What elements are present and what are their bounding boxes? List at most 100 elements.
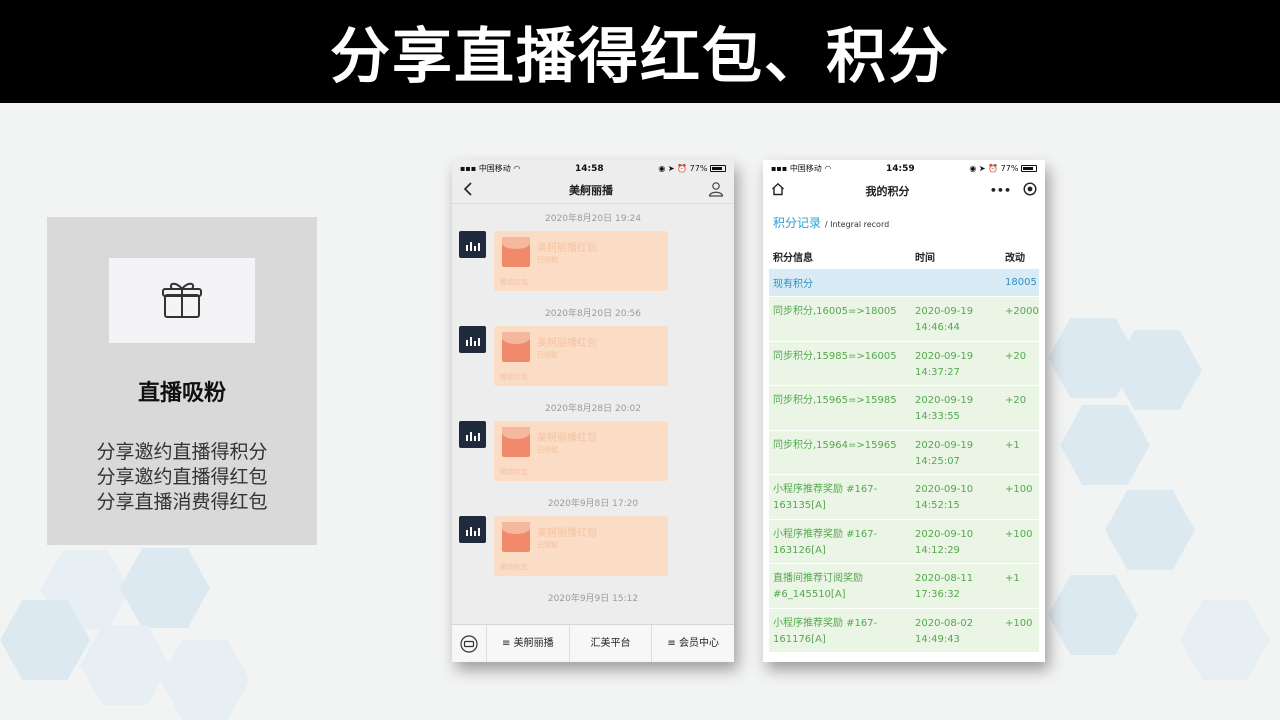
capsule-menu: •••	[990, 182, 1037, 199]
red-packet-tag: 微信红包	[500, 468, 528, 476]
red-packet-status: 已领取	[537, 446, 558, 454]
red-packet-bubble[interactable]: 美舸丽播红包 已领取 微信红包	[494, 231, 668, 291]
row-datetime: 2020-08-02 14:49:43	[915, 617, 974, 645]
page-title: 分享直播得红包、积分	[330, 22, 950, 92]
user-icon[interactable]	[708, 181, 724, 200]
red-packet-bubble[interactable]: 美舸丽播红包 已领取 微信红包	[494, 421, 668, 481]
row-datetime: 2020-09-19 14:46:44	[915, 306, 974, 333]
message-timestamp: 2020年8月20日 20:56	[545, 309, 641, 319]
row-info: 直播间推荐订阅奖励 #6_145510[A]	[773, 573, 863, 600]
carrier: ▪▪▪ 中国移动 ◠	[460, 164, 521, 173]
current-points-row: 现有积分 18005	[769, 269, 1039, 297]
avatar	[459, 516, 486, 543]
red-packet-title: 美舸丽播红包	[537, 433, 597, 444]
table-row: 小程序推荐奖励 #167-161176[A] 2020-08-02 14:49:4…	[769, 608, 1039, 653]
row-change: +2000	[1005, 306, 1039, 317]
row-datetime: 2020-09-19 14:33:55	[915, 395, 974, 422]
record-subtitle: / Integral record	[824, 220, 890, 229]
table-row: 同步积分,16005=>18005 2020-09-19 14:46:44 +20…	[769, 297, 1039, 342]
gift-icon-box	[109, 258, 255, 343]
gift-icon	[158, 275, 206, 327]
red-envelope-icon	[502, 332, 530, 362]
red-packet-bubble[interactable]: 美舸丽播红包 已领取 微信红包	[494, 326, 668, 386]
card-line: 分享直播消费得红包	[96, 491, 268, 513]
carrier: ▪▪▪ 中国移动 ◠	[771, 164, 832, 173]
status-bar: ▪▪▪ 中国移动 ◠ 14:59 ◉ ➤ ⏰ 77%	[763, 160, 1045, 177]
red-packet-status: 已领取	[537, 351, 558, 359]
table-row: 同步积分,15965=>15985 2020-09-19 14:33:55 +20	[769, 386, 1039, 431]
red-envelope-icon	[502, 427, 530, 457]
red-packet-message[interactable]: 美舸丽播红包 已领取 微信红包	[452, 516, 734, 576]
points-table: 积分信息 时间 改动 现有积分 18005 同步积分,16005=>18005 …	[769, 244, 1039, 653]
table-row: 直播间推荐订阅奖励 #6_145510[A] 2020-08-11 17:36:3…	[769, 564, 1039, 609]
decor-hexagon	[80, 625, 170, 705]
red-packet-tag: 微信红包	[500, 563, 528, 571]
card-title: 直播吸粉	[137, 380, 226, 406]
row-change: +100	[1005, 528, 1033, 540]
decor-hexagon	[1180, 600, 1270, 680]
column-header: 改动	[1005, 252, 1025, 264]
points-title: 我的积分	[865, 184, 910, 198]
status-bar: ▪▪▪ 中国移动 ◠ 14:58 ◉ ➤ ⏰ 77%	[452, 160, 734, 177]
red-packet-tag: 微信红包	[500, 278, 528, 286]
message-timestamp: 2020年9月9日 15:12	[547, 594, 639, 604]
chat-tab-bar: ≡ 美舸丽播 汇美平台 ≡ 会员中心	[452, 624, 734, 662]
red-packet-title: 美舸丽播红包	[537, 528, 597, 539]
message-timestamp: 2020年8月28日 20:02	[545, 404, 641, 414]
chevron-left-icon[interactable]	[462, 181, 474, 199]
card-description: 分享邀约直播得积分 分享邀约直播得红包 分享直播消费得红包	[47, 440, 317, 515]
row-info: 同步积分,15965=>15985	[773, 395, 897, 406]
current-points-value: 18005	[1005, 277, 1037, 288]
decor-hexagon	[120, 548, 210, 628]
column-header: 时间	[915, 252, 935, 264]
record-header: 积分记录 / Integral record	[763, 214, 1045, 234]
tab-meige-live[interactable]: ≡ 美舸丽播	[486, 624, 569, 662]
red-packet-message[interactable]: 美舸丽播红包 已领取 微信红包	[452, 326, 734, 386]
keyboard-icon[interactable]	[452, 634, 486, 653]
row-datetime: 2020-09-10 14:12:29	[915, 528, 974, 556]
phone-chat-screenshot: ▪▪▪ 中国移动 ◠ 14:58 ◉ ➤ ⏰ 77% 美舸丽播 2020年8月2…	[452, 160, 734, 662]
decor-hexagon	[1060, 405, 1150, 485]
red-envelope-icon	[502, 237, 530, 267]
row-info: 同步积分,15964=>15965	[773, 439, 897, 451]
tab-huimei-platform[interactable]: 汇美平台	[568, 624, 652, 662]
column-header: 积分信息	[773, 252, 813, 264]
row-change: +1	[1005, 573, 1020, 584]
red-packet-title: 美舸丽播红包	[537, 338, 597, 349]
row-datetime: 2020-08-11 17:36:32	[915, 573, 974, 600]
phone-points-screenshot: ▪▪▪ 中国移动 ◠ 14:59 ◉ ➤ ⏰ 77% 我的积分 ••• 积分记录…	[763, 160, 1045, 662]
current-points-label: 现有积分	[773, 279, 813, 290]
red-packet-message[interactable]: 美舸丽播红包 已领取 微信红包	[452, 231, 734, 291]
table-row: 同步积分,15964=>15965 2020-09-19 14:25:07 +1	[769, 430, 1039, 475]
row-info: 同步积分,16005=>18005	[773, 306, 897, 317]
row-info: 小程序推荐奖励 #167-163126[A]	[773, 528, 878, 556]
points-nav-bar: 我的积分 •••	[763, 177, 1045, 204]
chat-nav-bar: 美舸丽播	[452, 177, 734, 204]
tab-member-center[interactable]: ≡ 会员中心	[651, 624, 734, 662]
red-packet-status: 已领取	[537, 256, 558, 264]
target-icon[interactable]	[1023, 182, 1037, 199]
row-change: +20	[1005, 350, 1027, 362]
message-timestamp: 2020年9月8日 17:20	[547, 499, 639, 509]
battery-status: ◉ ➤ ⏰ 77%	[658, 164, 726, 173]
red-packet-status: 已领取	[537, 541, 558, 549]
battery-status: ◉ ➤ ⏰ 77%	[969, 164, 1037, 173]
decor-hexagon	[160, 640, 250, 720]
clock: 14:59	[886, 163, 915, 174]
message-timestamp: 2020年8月20日 19:24	[545, 214, 641, 224]
red-envelope-icon	[502, 522, 530, 552]
red-packet-bubble[interactable]: 美舸丽播红包 已领取 微信红包	[494, 516, 668, 576]
decor-hexagon	[1105, 490, 1195, 570]
row-info: 小程序推荐奖励 #167-161176[A]	[773, 617, 878, 645]
battery-icon	[709, 165, 726, 172]
home-icon[interactable]	[771, 182, 785, 199]
decor-hexagon	[1048, 575, 1138, 655]
avatar	[459, 326, 486, 353]
red-packet-tag: 微信红包	[500, 373, 528, 381]
table-row: 小程序推荐奖励 #167-163126[A] 2020-09-10 14:12:2…	[769, 519, 1039, 564]
row-change: +1	[1005, 439, 1020, 451]
feature-card: 直播吸粉 分享邀约直播得积分 分享邀约直播得红包 分享直播消费得红包	[47, 217, 317, 545]
more-icon[interactable]: •••	[990, 184, 1011, 197]
red-packet-message[interactable]: 美舸丽播红包 已领取 微信红包	[452, 421, 734, 481]
table-row: 小程序推荐奖励 #167-163135[A] 2020-09-10 14:52:1…	[769, 475, 1039, 520]
